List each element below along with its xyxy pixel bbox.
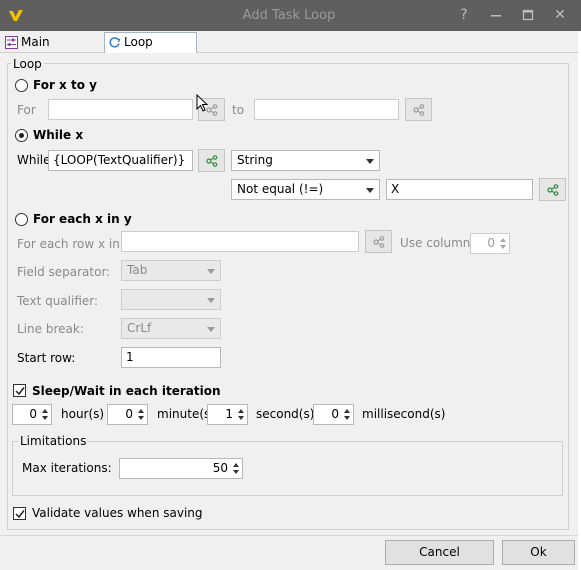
line-break-label: Line break: <box>17 322 84 336</box>
tab-main-settings[interactable]: Main settings <box>2 33 101 68</box>
limitations-legend: Limitations <box>18 433 89 449</box>
validate-checkbox[interactable] <box>13 507 26 520</box>
spinner-down-icon <box>233 470 239 474</box>
foreach-variable-button[interactable] <box>365 230 392 253</box>
ok-button[interactable]: Ok <box>502 540 575 565</box>
foreach-row-label: For each row x in <box>17 237 120 251</box>
chevron-down-icon <box>207 269 215 274</box>
cancel-button[interactable]: Cancel <box>385 540 494 565</box>
chevron-down-icon <box>366 159 374 164</box>
spinner-down-icon <box>500 245 506 249</box>
field-separator-select[interactable]: Tab <box>121 260 221 281</box>
while-compare-input[interactable]: X <box>386 179 533 200</box>
chevron-down-icon <box>366 188 374 193</box>
select-value: Tab <box>127 263 148 277</box>
while-radio[interactable] <box>15 129 28 142</box>
spinner-down-icon <box>238 416 244 420</box>
spinner-up-icon <box>344 409 350 413</box>
sleep-label: Sleep/Wait in each iteration <box>32 384 221 398</box>
while-compare-variable-button[interactable] <box>539 178 566 201</box>
field-separator-label: Field separator: <box>17 265 111 279</box>
line-break-select[interactable]: CrLf <box>121 318 221 339</box>
checkmark-icon <box>15 387 25 396</box>
for-to-variable-button[interactable] <box>405 98 432 121</box>
minimize-icon <box>491 15 501 17</box>
spinner-value: 0 <box>487 236 495 250</box>
help-button[interactable]: ? <box>454 5 474 25</box>
spinner-value: 0 <box>125 407 133 421</box>
milliseconds-spinner[interactable]: 0 <box>313 404 354 425</box>
chevron-down-icon <box>207 298 215 303</box>
spinner-down-icon <box>42 416 48 420</box>
minutes-spinner[interactable]: 0 <box>107 404 148 425</box>
select-value: Not equal (!=) <box>237 182 324 196</box>
select-value: String <box>237 153 273 167</box>
seconds-spinner[interactable]: 1 <box>207 404 248 425</box>
start-row-label: Start row: <box>17 351 76 365</box>
for-label: For <box>17 103 36 117</box>
mouse-cursor-icon <box>196 93 210 114</box>
foreach-option-label: For each x in y <box>33 212 132 226</box>
use-column-spinner[interactable]: 0 <box>470 233 510 254</box>
loop-icon <box>108 36 121 49</box>
start-row-input[interactable]: 1 <box>121 347 221 368</box>
while-option-label: While x <box>33 128 84 142</box>
chevron-down-icon <box>207 327 215 332</box>
spinner-up-icon <box>42 409 48 413</box>
text-qualifier-select[interactable] <box>121 289 221 310</box>
maximize-button[interactable] <box>518 5 538 25</box>
checkmark-icon <box>15 510 25 519</box>
minimize-button[interactable] <box>486 5 506 25</box>
tab-loop-settings[interactable]: Loop settings <box>104 32 197 68</box>
spinner-down-icon <box>344 416 350 420</box>
hours-spinner[interactable]: 0 <box>12 404 52 425</box>
variable-icon <box>373 236 385 248</box>
foreach-radio[interactable] <box>15 213 28 226</box>
spinner-up-icon <box>233 463 239 467</box>
variable-icon <box>206 155 218 167</box>
variable-icon <box>413 104 425 116</box>
for-option-label: For x to y <box>33 78 97 92</box>
spinner-down-icon <box>138 416 144 420</box>
use-column-label: Use column: <box>400 236 475 250</box>
sleep-checkbox[interactable] <box>13 384 26 397</box>
for-radio[interactable] <box>15 79 28 92</box>
sliders-icon <box>5 36 18 49</box>
spinner-up-icon <box>238 409 244 413</box>
for-to-input[interactable] <box>254 99 399 120</box>
validate-label: Validate values when saving <box>32 506 203 520</box>
while-operator-select[interactable]: Not equal (!=) <box>231 179 380 200</box>
for-from-input[interactable] <box>48 99 193 120</box>
max-iterations-spinner[interactable]: 50 <box>119 458 243 479</box>
close-button[interactable]: ✕ <box>550 5 570 25</box>
spinner-value: 50 <box>212 461 228 475</box>
milliseconds-label: millisecond(s) <box>362 407 446 421</box>
spinner-value: 0 <box>29 407 37 421</box>
loop-group-legend: Loop <box>11 56 44 72</box>
select-value: CrLf <box>127 321 152 335</box>
variable-icon <box>547 184 559 196</box>
foreach-row-input[interactable] <box>121 231 359 252</box>
while-label: While <box>17 153 51 167</box>
spinner-value: 1 <box>225 407 233 421</box>
spinner-up-icon <box>138 409 144 413</box>
maximize-icon <box>522 9 534 21</box>
to-label: to <box>232 103 245 117</box>
while-value-input[interactable]: {LOOP(TextQualifier)} <box>48 150 193 171</box>
spinner-value: 0 <box>331 407 339 421</box>
spinner-up-icon <box>500 238 506 242</box>
while-variable-button[interactable] <box>198 149 225 172</box>
while-type-select[interactable]: String <box>231 150 380 171</box>
text-qualifier-label: Text qualifier: <box>17 294 99 308</box>
seconds-label: second(s) <box>256 407 315 421</box>
max-iterations-label: Max iterations: <box>22 461 112 475</box>
hours-label: hour(s) <box>61 407 105 421</box>
